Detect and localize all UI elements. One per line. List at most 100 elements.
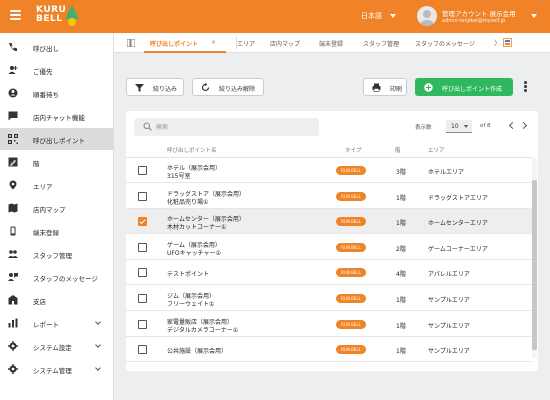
column-header-name[interactable]: 呼び出しポイント名	[167, 146, 217, 154]
location-pin-icon	[9, 180, 17, 190]
tab-panel-icon[interactable]	[503, 38, 512, 47]
table-row[interactable]: ゲーム（展示会用） UFOキャッチャー① RUN BELL 2階 ゲームコーナーエリア	[126, 235, 532, 260]
type-badge: RUN BELL	[336, 294, 366, 303]
scrollbar-thumb[interactable]	[532, 180, 537, 350]
column-header-area[interactable]: エリア	[428, 146, 445, 154]
kurubell-logo[interactable]: KURU BELL	[36, 4, 82, 30]
row-checkbox[interactable]	[138, 191, 147, 201]
avatar[interactable]	[417, 6, 437, 26]
rows-per-page-select[interactable]: 10	[446, 120, 472, 133]
row-checkbox[interactable]	[138, 217, 147, 227]
hamburger-menu-icon[interactable]	[10, 10, 21, 20]
tab-bar: 呼び出しポイント × エリア 店内マップ 端末登録 スタッフ管理 スタッフのメッ…	[114, 33, 550, 53]
type-badge: RUN BELL	[336, 217, 366, 227]
sidebar-item-label: システム設定	[33, 344, 72, 352]
sidebar-item-12[interactable]: 支店	[0, 289, 114, 311]
sidebar-item-9[interactable]: 端末登録	[0, 220, 114, 242]
sidebar-item-13[interactable]: レポート	[0, 312, 114, 334]
table-row[interactable]: ホームセンター（展示会用） 木材カットコーナー① RUN BELL 1階 ホームセンター…	[126, 209, 532, 235]
table-row[interactable]: テストポイント RUN BELL 4階 アパレルエリア	[126, 260, 532, 286]
row-checkbox[interactable]	[138, 294, 147, 303]
user-avatar-icon	[420, 10, 434, 26]
filter-button[interactable]: 絞り込み	[126, 78, 184, 96]
sidebar-item-label: 店内マップ	[33, 206, 66, 214]
tab-staff-messages[interactable]: スタッフのメッセージ	[415, 39, 475, 48]
sidebar-item-label: スタッフのメッセージ	[33, 275, 98, 283]
chevron-down-icon[interactable]	[95, 365, 101, 371]
floor-cell: 1階	[396, 348, 406, 356]
chevron-down-icon[interactable]	[95, 342, 101, 348]
tab-call-point[interactable]: 呼び出しポイント	[150, 39, 198, 48]
row-checkbox[interactable]	[138, 345, 147, 355]
more-options-icon[interactable]	[524, 81, 528, 93]
active-tab-indicator	[144, 51, 226, 53]
tab-staff-management[interactable]: スタッフ管理	[363, 39, 399, 48]
sidebar-item-label: 支店	[33, 298, 46, 306]
table-row[interactable]: 公共施設（展示会用） RUN BELL 1階 サンプルエリア	[126, 337, 532, 363]
area-cell: ホームセンターエリア	[428, 220, 488, 228]
qr-code-icon	[8, 134, 18, 144]
tab-area[interactable]: エリア	[237, 39, 255, 48]
tab-device-registration[interactable]: 端末登録	[319, 39, 343, 48]
row-checkbox[interactable]	[138, 268, 147, 278]
sidebar-item-14[interactable]: システム設定	[0, 335, 114, 357]
chevron-down-icon[interactable]	[95, 319, 101, 325]
sidebar-item-6[interactable]: 階	[0, 151, 114, 173]
create-call-point-button[interactable]: 呼び出しポイント作成	[415, 78, 513, 96]
type-badge: RUN BELL	[336, 345, 366, 355]
call-point-name: テストポイント	[167, 271, 210, 279]
tab-scroll-right-icon[interactable]: 〉	[494, 38, 501, 48]
tab-store-map[interactable]: 店内マップ	[270, 39, 300, 48]
sidebar-item-label: ご優先	[33, 68, 53, 76]
table-row[interactable]: 家電量販店（展示会用） デジタルカメラコーナー① RUN BELL 1階 サンプルエリア	[126, 312, 532, 337]
table-row[interactable]: ドラッグストア（展示会用） 化粧品売り場① RUN BELL 1階 ドラッグストアエリア	[126, 184, 532, 209]
type-badge: RUN BELL	[336, 166, 366, 175]
app-header: KURU BELL 日本語 管理アカウント 展示会用 admin-tenjika…	[0, 0, 550, 33]
table-row[interactable]: ホテル（展示会用） 315号室 RUN BELL 3階 ホテルエリア	[126, 158, 532, 183]
sidebar-item-11[interactable]: スタッフのメッセージ	[0, 266, 114, 288]
clear-filter-button[interactable]: 絞り込み解除	[192, 78, 264, 96]
sidebar-item-15[interactable]: システム管理	[0, 358, 114, 380]
sidebar-item-7[interactable]: エリア	[0, 174, 114, 196]
call-point-subname: 木材カットコーナー①	[167, 224, 227, 232]
sidebar-item-3[interactable]: 順番待ち	[0, 82, 114, 104]
print-button[interactable]: 印刷	[363, 78, 407, 96]
create-call-point-label: 呼び出しポイント作成	[442, 86, 503, 93]
tab-list-icon[interactable]	[127, 39, 135, 47]
rows-per-page-label: 表示数	[415, 125, 432, 131]
sidebar-item-label: 呼び出しポイント	[33, 137, 85, 145]
sidebar-item-label: 呼び出し	[33, 45, 59, 53]
account-caret-icon[interactable]	[531, 14, 537, 18]
column-header-type[interactable]: タイプ	[345, 146, 362, 154]
logo-text: KURU BELL	[36, 6, 66, 24]
clear-filter-button-label: 絞り込み解除	[219, 86, 256, 93]
chat-icon	[8, 111, 18, 121]
sidebar-item-10[interactable]: スタッフ管理	[0, 243, 114, 265]
search-input[interactable]	[156, 121, 306, 133]
type-badge: RUN BELL	[336, 319, 366, 329]
sidebar-item-4[interactable]: 店内チャット機能	[0, 105, 114, 127]
language-caret-icon[interactable]	[390, 14, 396, 18]
sidebar-item-2[interactable]: ご優先	[0, 59, 114, 81]
filter-icon	[135, 84, 144, 92]
floor-cell: 1階	[396, 220, 406, 228]
table-scrollbar[interactable]	[532, 158, 537, 358]
row-checkbox[interactable]	[138, 166, 147, 175]
call-point-subname: 化粧品売り場①	[167, 198, 209, 206]
area-cell: アパレルエリア	[428, 271, 470, 279]
tab-close-icon[interactable]: ×	[211, 39, 216, 46]
staff-message-icon	[8, 273, 18, 281]
account-name[interactable]: 管理アカウント 展示会用	[442, 8, 516, 18]
area-cell: ホテルエリア	[428, 169, 465, 176]
sidebar-item-5[interactable]: 呼び出しポイント	[0, 128, 114, 150]
row-checkbox[interactable]	[138, 319, 147, 329]
sidebar-item-label: 階	[33, 160, 40, 168]
language-selector[interactable]: 日本語	[361, 11, 382, 21]
table-row[interactable]: ジム（展示会用） フリーウェイト① RUN BELL 1階 サンプルエリア	[126, 286, 532, 311]
row-checkbox[interactable]	[138, 242, 147, 252]
area-cell: ゲームコーナーエリア	[428, 245, 488, 253]
sidebar-item-1[interactable]: 呼び出し	[0, 36, 114, 58]
column-header-floor[interactable]: 階	[395, 146, 401, 154]
search-box[interactable]	[134, 118, 319, 136]
sidebar-item-8[interactable]: 店内マップ	[0, 197, 114, 219]
